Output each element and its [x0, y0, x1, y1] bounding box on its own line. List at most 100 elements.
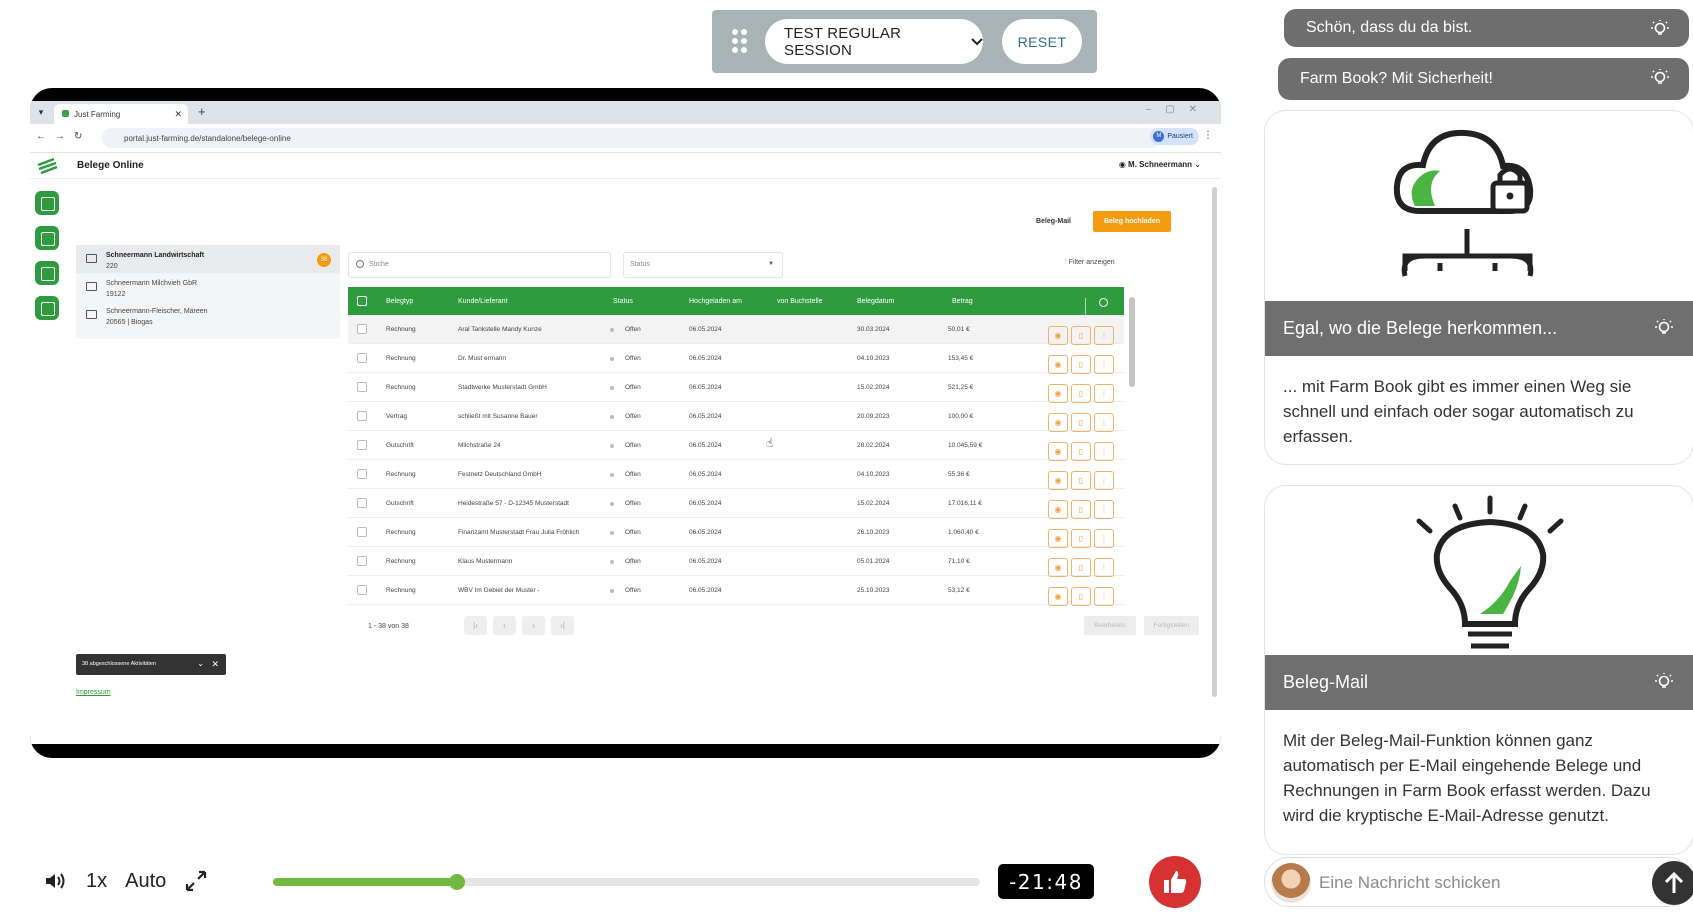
prev-page-icon: ‹ [493, 616, 516, 635]
trash-icon: ▯ [1071, 442, 1091, 461]
volume-icon[interactable] [44, 871, 70, 891]
eye-icon: ◉ [1048, 500, 1068, 519]
video-player[interactable]: ▾ Just Farming ✕ + –▢✕ ←→↻ portal.just-f… [30, 88, 1221, 758]
progress-bar[interactable] [273, 874, 980, 890]
finish-button: Fertigstellen [1143, 616, 1199, 635]
cell-kunde: WBV Im Gebiet der Muster - [458, 587, 540, 594]
chat-card-title: Egal, wo die Belege herkommen... [1283, 318, 1558, 338]
chat-input[interactable]: Eine Nachricht schicken [1264, 857, 1693, 907]
app-logo [37, 157, 58, 175]
col-status: Status [613, 298, 633, 305]
user-name: M. Schneermann [1128, 160, 1193, 169]
cell-hochgeladen: 06.05.2024 [689, 384, 722, 391]
cell-status: Offen [625, 587, 641, 594]
table-row: Rechnung Stadtwerke Musterstadt GmbH Offen… [348, 373, 1124, 403]
eye-icon: ◉ [1048, 442, 1068, 461]
cell-belegdatum: 05.01.2024 [857, 558, 890, 565]
cell-betrag: 71,10 € [948, 558, 970, 565]
cell-hochgeladen: 06.05.2024 [689, 558, 722, 565]
status-select: Status ▼ [623, 252, 783, 278]
cell-hochgeladen: 06.05.2024 [689, 355, 722, 362]
status-dot [610, 328, 614, 332]
like-button[interactable] [1149, 856, 1201, 908]
mouse-cursor-icon: ☝ [766, 436, 774, 450]
status-dot [610, 502, 614, 506]
cell-hochgeladen: 06.05.2024 [689, 442, 722, 449]
caret-down-icon: ▼ [768, 261, 774, 267]
table-row: Vertrag schließt mit Susanne Bauer Offen 06… [348, 402, 1124, 432]
cell-belegdatum: 04.10.2023 [857, 355, 890, 362]
cell-kunde: Finanzamt Musterstadt Frau Julia Fröhlic… [458, 529, 580, 536]
cloud-network-illustration [1265, 111, 1693, 301]
chat-card-title-bar: Beleg-Mail [1265, 655, 1693, 710]
chat-panel: Schön, dass du da bist. Farm Book? Mit S… [1262, 0, 1693, 913]
org-name: Schneermann Landwirtschaft [106, 252, 205, 259]
drag-handle-icon[interactable] [732, 29, 747, 53]
table-header: Belegtyp Kunde/Lieferant Status Hochgela… [348, 287, 1124, 318]
cell-kunde: Heidestraße 57 - D-12345 Musterstadt [458, 500, 569, 507]
cell-belegtyp: Rechnung [386, 384, 416, 391]
cell-betrag: 17.016,11 € [948, 500, 982, 507]
row-checkbox [357, 324, 367, 334]
cell-status: Offen [625, 413, 641, 420]
fullscreen-icon[interactable] [184, 869, 208, 893]
trash-icon: ▯ [1071, 413, 1091, 432]
row-actions: ◉ ▯ ⋮ [1048, 558, 1114, 577]
more-icon: ⋮ [1094, 500, 1114, 519]
reset-button[interactable]: RESET [1002, 19, 1082, 64]
cell-betrag: 53,12 € [948, 587, 970, 594]
cell-kunde: schließt mit Susanne Bauer [458, 413, 538, 420]
cell-status: Offen [625, 442, 641, 449]
session-select-label: TEST REGULAR SESSION [784, 24, 902, 59]
row-actions: ◉ ▯ ⋮ [1048, 471, 1114, 490]
browser-tabstrip: ▾ Just Farming ✕ + –▢✕ [30, 101, 1221, 124]
more-icon: ⋮ [1094, 442, 1114, 461]
row-checkbox [357, 527, 367, 537]
first-page-icon: |‹ [464, 616, 487, 635]
cell-belegdatum: 28.02.2024 [857, 442, 890, 449]
activity-toast: 38 abgeschlossene Aktivitäten ⌄ ✕ [76, 654, 226, 675]
table-row: Gutschrift Milchstraße 24 Offen 06.05.2024 2… [348, 431, 1124, 461]
search-input: Suche [348, 252, 611, 278]
receipts-icon [35, 191, 59, 215]
session-bar: TEST REGULAR SESSION RESET [712, 10, 1097, 73]
speed-button[interactable]: 1x [86, 870, 107, 893]
search-placeholder: Suche [369, 261, 389, 268]
col-betrag: Betrag [952, 298, 973, 305]
eye-icon: ◉ [1048, 529, 1068, 548]
table-scrollbar [1129, 287, 1135, 607]
window-controls: –▢✕ [1145, 104, 1211, 115]
table-row: Rechnung Aral Tankstelle Mandy Kunze Offen… [348, 315, 1124, 345]
cell-belegtyp: Gutschrift [386, 500, 414, 507]
app-body: Beleg-Mail Beleg hochladen Schneermann L… [30, 179, 1221, 744]
cell-status: Offen [625, 326, 641, 333]
quality-button[interactable]: Auto [125, 870, 166, 893]
close-icon: ✕ [211, 659, 219, 669]
progress-knob[interactable] [448, 874, 465, 890]
edit-button: Bearbeiten [1084, 616, 1136, 635]
table-row: Rechnung Festnetz Deutschland GmbH Offen 06… [348, 460, 1124, 490]
chat-message: Farm Book? Mit Sicherheit! [1278, 58, 1689, 100]
profile-chip: M Pausiert [1150, 128, 1199, 145]
status-placeholder: Status [630, 261, 650, 268]
arrow-up-icon [1664, 871, 1684, 893]
send-button[interactable] [1652, 861, 1693, 905]
status-dot [610, 357, 614, 361]
org-item: Schneermann-Fleischer, Mareen 20565 | Bi… [76, 301, 340, 329]
more-icon: ⋮ [1094, 326, 1114, 345]
cell-hochgeladen: 06.05.2024 [689, 326, 722, 333]
row-checkbox [357, 382, 367, 392]
session-select[interactable]: TEST REGULAR SESSION [765, 19, 983, 64]
wallet-icon [35, 261, 59, 285]
pager: |‹ ‹ › ›| [464, 616, 574, 635]
lightbulb-icon [1655, 673, 1673, 688]
search-icon [356, 260, 364, 268]
cell-betrag: 521,25 € [948, 384, 974, 391]
chat-card-text: Mit der Beleg-Mail-Funktion können ganz … [1283, 731, 1651, 825]
table-row: Gutschrift Heidestraße 57 - D-12345 Muste… [348, 489, 1124, 519]
receipts-table: Belegtyp Kunde/Lieferant Status Hochgela… [348, 287, 1124, 606]
cell-status: Offen [625, 500, 641, 507]
table-body: Rechnung Aral Tankstelle Mandy Kunze Offen… [348, 315, 1124, 606]
tab-list-icon: ▾ [38, 107, 44, 117]
cell-kunde: Festnetz Deutschland GmbH [458, 471, 542, 478]
